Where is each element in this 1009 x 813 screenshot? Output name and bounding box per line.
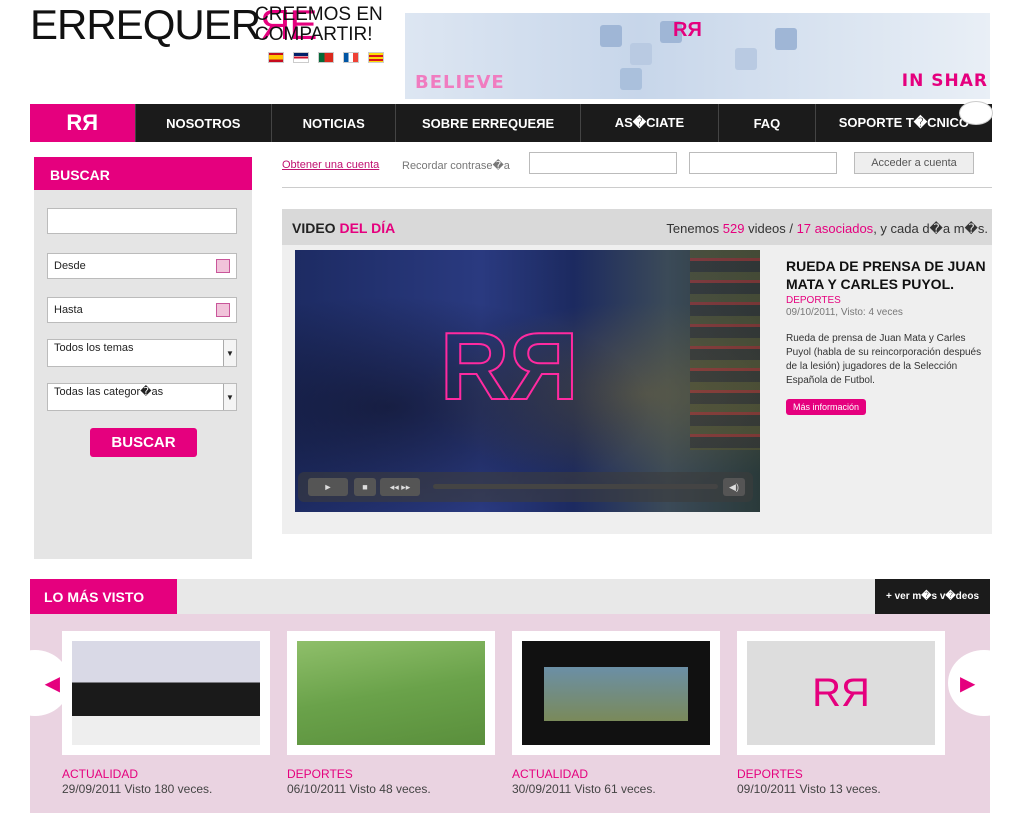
pt-flag-icon[interactable] <box>318 52 334 63</box>
video-thumbnail[interactable] <box>297 641 485 745</box>
video-card[interactable]: RЯ DEPORTES 09/10/2011 Visto 13 veces. <box>737 631 945 796</box>
stats-associates[interactable]: 17 asociados <box>797 221 874 236</box>
themes-select[interactable]: Todos los temas ▼ <box>47 339 237 367</box>
video-card[interactable]: DEPORTES 06/10/2011 Visto 48 veces. <box>287 631 495 796</box>
uk-flag-icon[interactable] <box>293 52 309 63</box>
video-card[interactable]: ACTUALIDAD 30/09/2011 Visto 61 veces. <box>512 631 720 796</box>
most-viewed-section: LO MÁS VISTO + ver m�s v�deos ACTUALIDAD… <box>0 579 1009 813</box>
video-header-b: DEL DÍA <box>339 220 396 236</box>
chevron-down-icon: ▼ <box>223 340 236 366</box>
password-input[interactable] <box>689 152 837 174</box>
header-banner[interactable]: RЯ BELIEVE IN SHAR <box>405 13 990 99</box>
speech-bubble-icon <box>959 101 993 125</box>
video-stats: Tenemos 529 videos / 17 asociados, y cad… <box>666 221 988 237</box>
video-watermark: RЯ <box>439 312 579 421</box>
search-title: BUSCAR <box>34 157 252 190</box>
video-title[interactable]: RUEDA DE PRENSA DE JUAN MATA Y CARLES PU… <box>786 257 986 293</box>
nav-item-asociate[interactable]: AS�CIATE <box>579 104 718 142</box>
video-player[interactable]: RЯ ► ■ ◂◂ ▸▸ ◀) <box>295 250 760 512</box>
language-flags <box>268 52 384 63</box>
recover-password-link[interactable]: Recordar contrase�a <box>402 159 510 172</box>
next-arrow-icon[interactable]: ▶ <box>948 650 1009 716</box>
video-category[interactable]: DEPORTES <box>786 295 986 306</box>
video-info: RUEDA DE PRENSA DE JUAN MATA Y CARLES PU… <box>786 257 986 415</box>
nav-item-sobre[interactable]: SOBRE ERREQUEЯE <box>395 104 579 142</box>
themes-select-value: Todos los temas <box>54 342 134 354</box>
fr-flag-icon[interactable] <box>343 52 359 63</box>
chevron-down-icon: ▼ <box>223 384 236 410</box>
header-spacer <box>177 579 875 614</box>
prev-arrow-icon[interactable]: ◀ <box>0 650 70 716</box>
video-card[interactable]: ACTUALIDAD 29/09/2011 Visto 180 veces. <box>62 631 270 796</box>
most-viewed-title: LO MÁS VISTO <box>30 579 177 614</box>
more-info-button[interactable]: Más información <box>786 399 867 415</box>
es-flag-icon[interactable] <box>268 52 284 63</box>
video-header-title: VIDEO DEL DÍA <box>292 220 395 236</box>
card-category[interactable]: ACTUALIDAD <box>62 767 270 781</box>
card-category[interactable]: DEPORTES <box>287 767 495 781</box>
nav-home-button[interactable]: RЯ <box>30 104 135 142</box>
card-meta: 09/10/2011 Visto 13 veces. <box>737 782 881 796</box>
most-viewed-header: LO MÁS VISTO + ver m�s v�deos <box>30 579 990 614</box>
banner-text-left: BELIEVE <box>415 72 505 93</box>
logo-text: ERREQUER <box>30 1 261 48</box>
nav-item-faq[interactable]: FAQ <box>718 104 815 142</box>
banner-text-right: IN SHAR <box>901 71 988 91</box>
categories-select-value: Todas las categor�as <box>54 386 164 398</box>
card-category[interactable]: ACTUALIDAD <box>512 767 720 781</box>
stats-a: Tenemos <box>666 221 720 236</box>
to-date-label: Hasta <box>54 304 83 316</box>
card-meta: 06/10/2011 Visto 48 veces. <box>287 782 431 796</box>
nav-item-noticias[interactable]: NOTICIAS <box>271 104 395 142</box>
video-thumbnail[interactable] <box>72 641 260 745</box>
calendar-icon[interactable] <box>216 259 230 273</box>
username-input[interactable] <box>529 152 677 174</box>
from-date-field[interactable]: Desde <box>47 253 237 279</box>
categories-select[interactable]: Todas las categor�as ▼ <box>47 383 237 411</box>
tagline: CREEMOS EN COMPARTIR! <box>255 4 383 45</box>
card-category[interactable]: DEPORTES <box>737 767 945 781</box>
create-account-link[interactable]: Obtener una cuenta <box>282 159 379 171</box>
video-meta: 09/10/2011, Visto: 4 veces <box>786 307 903 318</box>
progress-track[interactable] <box>433 484 718 489</box>
search-input[interactable] <box>47 208 237 234</box>
search-button[interactable]: BUSCAR <box>90 428 197 457</box>
nav-item-nosotros[interactable]: NOSOTROS <box>134 104 271 142</box>
play-icon[interactable]: ► <box>308 478 348 496</box>
seek-icon[interactable]: ◂◂ ▸▸ <box>380 478 420 496</box>
from-date-label: Desde <box>54 260 86 272</box>
placeholder-logo: RЯ <box>812 670 870 715</box>
card-meta: 30/09/2011 Visto 61 veces. <box>512 782 656 796</box>
login-button[interactable]: Acceder a cuenta <box>854 152 974 174</box>
more-videos-button[interactable]: + ver m�s v�deos <box>875 579 990 614</box>
video-header-a: VIDEO <box>292 220 336 236</box>
main-nav: RЯ NOSOTROS NOTICIAS SOBRE ERREQUEЯE AS�… <box>30 104 992 142</box>
video-of-day-header: VIDEO DEL DÍA Tenemos 529 videos / 17 as… <box>282 209 992 245</box>
volume-icon[interactable]: ◀) <box>723 478 745 496</box>
video-controls: ► ■ ◂◂ ▸▸ ◀) <box>298 472 753 502</box>
card-meta: 29/09/2011 Visto 180 veces. <box>62 782 213 796</box>
to-date-field[interactable]: Hasta <box>47 297 237 323</box>
stop-icon[interactable]: ■ <box>354 478 376 496</box>
video-description: Rueda de prensa de Juan Mata y Carles Pu… <box>786 333 982 386</box>
stats-b: videos / <box>748 221 793 236</box>
login-bar: Obtener una cuenta Recordar contrase�a A… <box>282 151 992 188</box>
ca-flag-icon[interactable] <box>368 52 384 63</box>
search-panel: BUSCAR Desde Hasta Todos los temas ▼ Toda… <box>34 157 252 559</box>
calendar-icon[interactable] <box>216 303 230 317</box>
stats-c: , y cada d�a m�s. <box>873 221 988 236</box>
video-thumbnail[interactable] <box>522 641 710 745</box>
video-thumbnail[interactable]: RЯ <box>747 641 935 745</box>
stats-count: 529 <box>722 221 745 236</box>
